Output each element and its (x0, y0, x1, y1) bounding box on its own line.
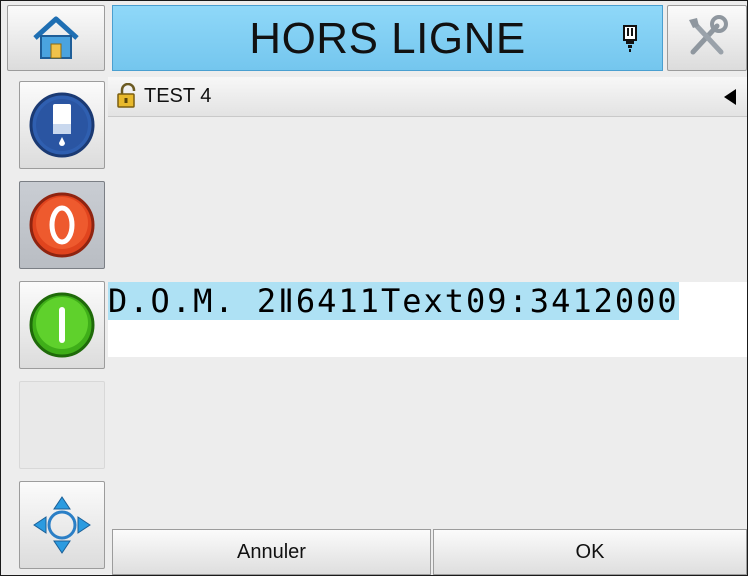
printer-status: HORS LIGNE (249, 14, 526, 63)
stop-button[interactable] (19, 181, 105, 269)
print-preview-text: D.O.M. 2Ⅱ6411Text09:3412000 (108, 282, 679, 320)
stop-icon (29, 192, 95, 258)
cancel-label: Annuler (237, 540, 306, 563)
start-button[interactable] (19, 281, 105, 369)
message-header[interactable]: TEST 4 (108, 77, 747, 117)
cancel-button[interactable]: Annuler (112, 529, 431, 575)
status-bar: HORS LIGNE (112, 5, 663, 71)
ink-button[interactable] (19, 81, 105, 169)
home-icon (33, 16, 79, 59)
print-preview-content: D.O.M. 2Ⅱ6411Text09:3412000 (108, 282, 679, 320)
start-icon (29, 292, 95, 358)
ok-label: OK (575, 540, 605, 563)
print-preview[interactable]: D.O.M. 2Ⅱ6411Text09:3412000 (108, 282, 747, 357)
triangle-left-icon[interactable] (722, 88, 738, 106)
printhead-icon (623, 25, 637, 52)
printer-screen: HORS LIGNE TEST 4 D.O.M. 2Ⅱ6411Text09:34… (0, 0, 748, 576)
ink-bottle-icon (29, 92, 95, 158)
navigate-button[interactable] (19, 481, 105, 569)
navigation-arrows-icon (33, 496, 91, 554)
message-name: TEST 4 (144, 85, 212, 107)
message-editor: TEST 4 D.O.M. 2Ⅱ6411Text09:3412000 (108, 77, 747, 527)
tools-icon (689, 15, 728, 55)
padlock-open-icon (117, 83, 136, 108)
ok-button[interactable]: OK (433, 529, 747, 575)
home-button[interactable] (7, 5, 105, 71)
tools-button[interactable] (667, 5, 747, 71)
empty-slot (19, 381, 105, 469)
